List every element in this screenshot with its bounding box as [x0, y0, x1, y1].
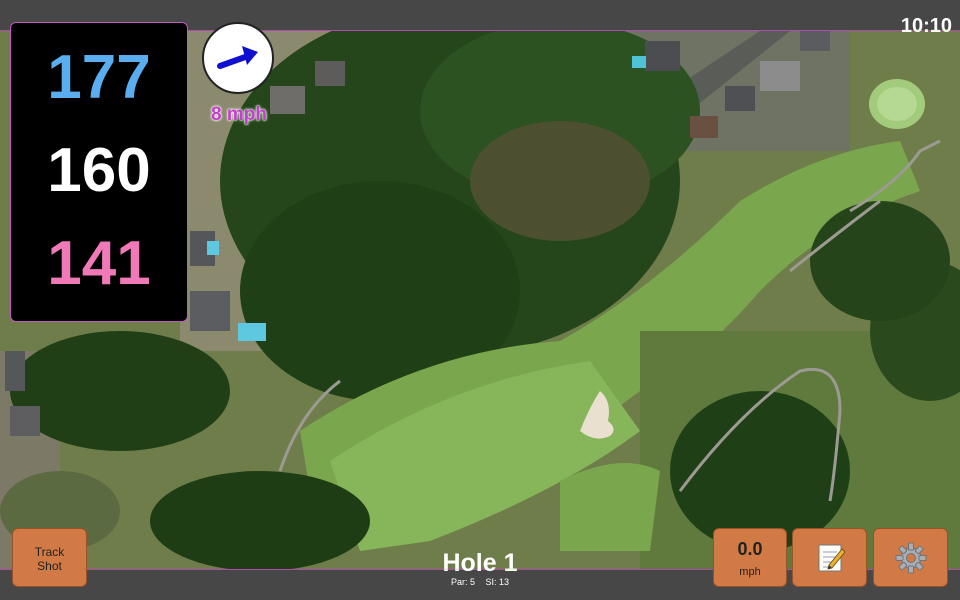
hole-stroke-index: SI: 13 — [485, 577, 510, 587]
wind-speed-unit: mph — [739, 566, 761, 578]
front-distance: 141 — [47, 229, 151, 298]
wind-speed-button[interactable]: 0.0 mph — [713, 528, 787, 587]
hole-title: Hole 1 — [442, 549, 518, 577]
track-shot-button[interactable]: Track Shot — [12, 528, 87, 587]
gear-icon — [895, 542, 927, 574]
wind-speed-value: 0.0 — [737, 539, 763, 559]
wind-direction-indicator — [202, 22, 274, 94]
hole-par: Par: 5 — [450, 577, 475, 587]
notepad-icon — [818, 544, 846, 572]
track-shot-label-line2: Shot — [37, 559, 62, 573]
track-shot-label-line1: Track — [34, 545, 65, 559]
notes-button[interactable] — [792, 528, 867, 587]
wind-speed-label: 8 mph — [211, 104, 267, 125]
center-distance: 160 — [47, 136, 151, 205]
clock: 10:10 — [900, 15, 952, 37]
settings-button[interactable] — [873, 528, 948, 587]
back-distance: 177 — [47, 43, 151, 112]
wind-arrow-icon — [217, 46, 258, 69]
golf-gps-screen: 177 160 141 8 mph 10:10 Track Shot Hole … — [0, 0, 960, 600]
hole-details: Par: 5 SI: 13 — [380, 577, 580, 587]
distance-panel: 177 160 141 — [10, 22, 188, 322]
